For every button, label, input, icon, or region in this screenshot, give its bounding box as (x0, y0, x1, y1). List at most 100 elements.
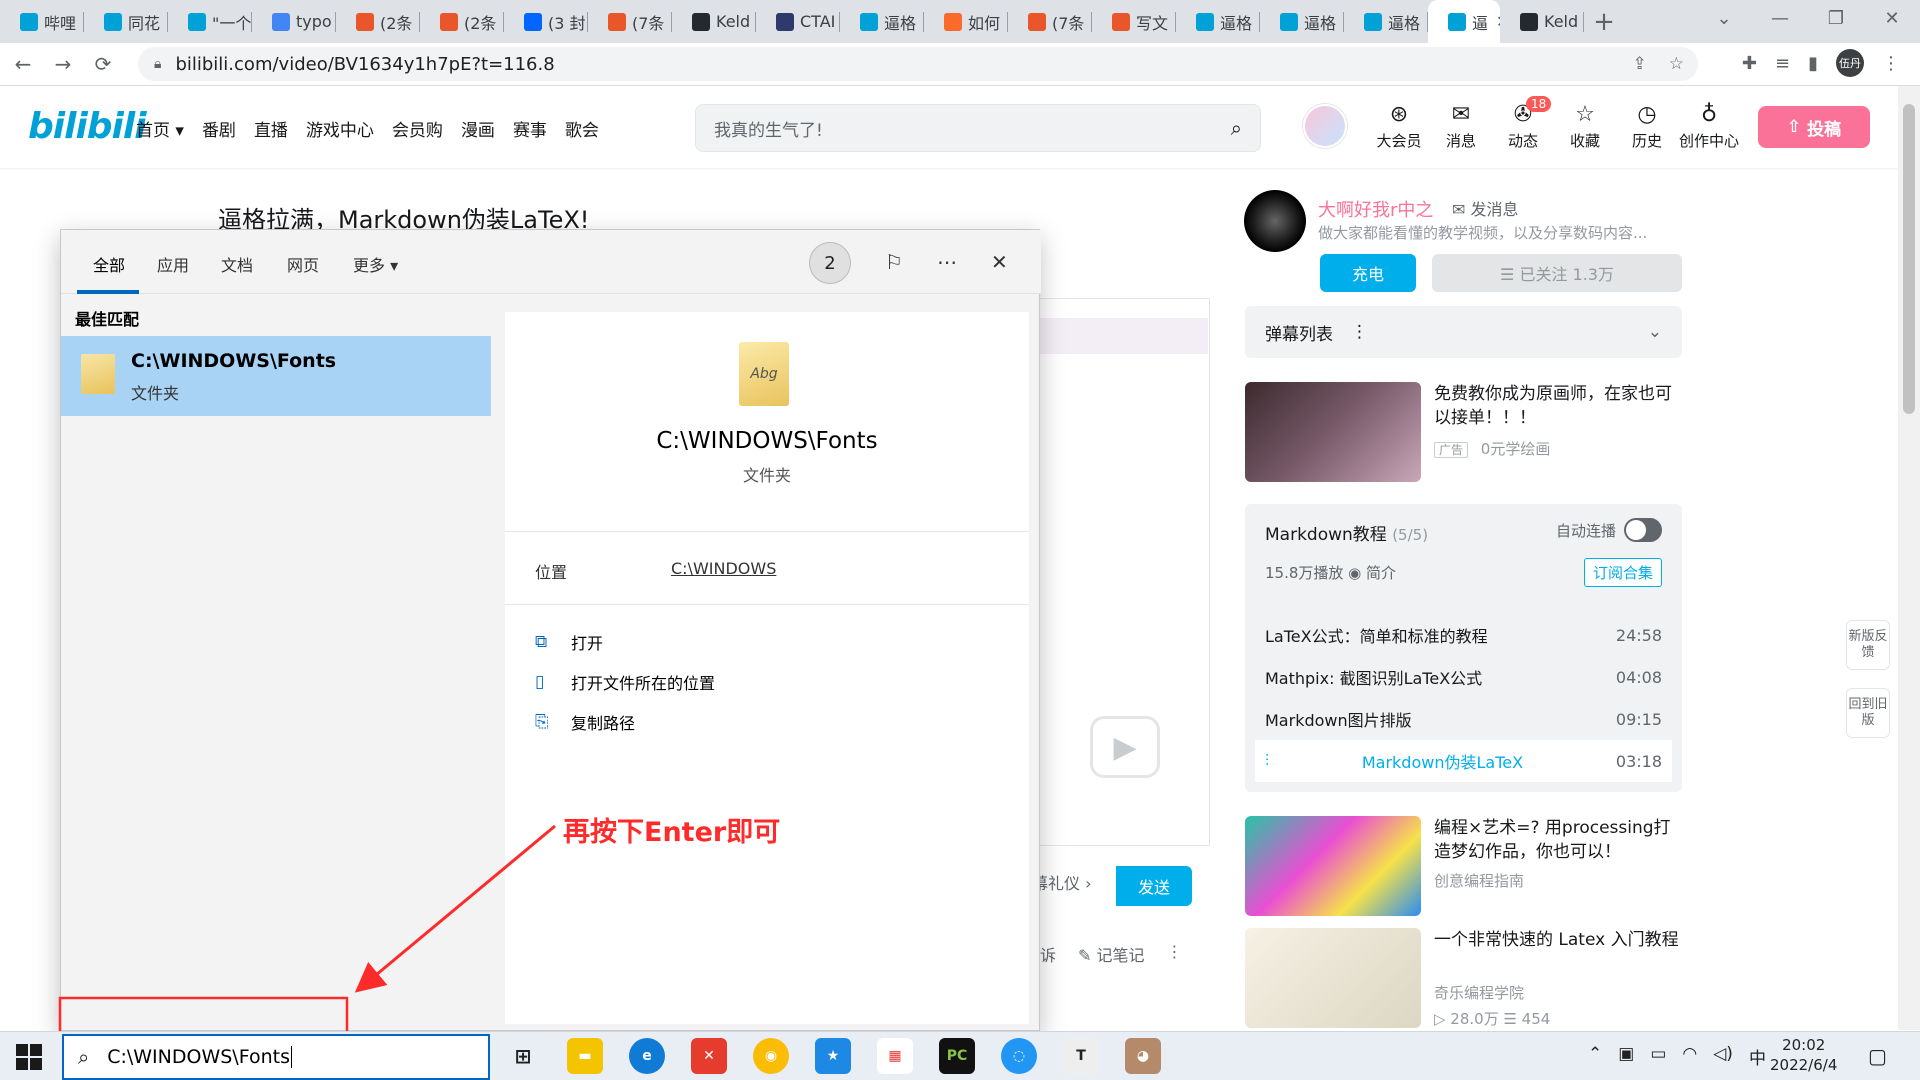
best-match-result[interactable]: C:\WINDOWS\Fonts 文件夹 (61, 336, 491, 416)
browser-tab[interactable]: (2条 (336, 0, 420, 43)
more-icon[interactable]: ⋮ (1167, 942, 1183, 966)
play-icon[interactable]: ▶ (1090, 716, 1160, 778)
ad-thumbnail[interactable] (1245, 382, 1421, 482)
tray-app-icon[interactable]: ▣ (1618, 1044, 1634, 1069)
send-danmaku-button[interactable]: 发送 (1116, 866, 1192, 906)
minimize-icon[interactable]: — (1752, 0, 1808, 36)
dingtalk-icon[interactable]: ★ (815, 1038, 851, 1074)
new-tab-icon[interactable]: + (1584, 0, 1624, 43)
uploader-name[interactable]: 创意编程指南 (1434, 868, 1524, 894)
recommended-video[interactable]: 一个非常快速的 Latex 入门教程 奇乐编程学院 ▷ 28.0万 ☰ 454 (1245, 928, 1682, 1028)
notes-button[interactable]: ✎ 记笔记 (1078, 942, 1145, 966)
tab-more[interactable]: 更多 ▾ (353, 252, 398, 276)
up-name[interactable]: 大啊好我r中之 (1318, 196, 1433, 222)
typora-icon[interactable]: T (1063, 1038, 1099, 1074)
search-icon[interactable]: ⌕ (1231, 116, 1242, 140)
nav-item[interactable]: 会员购 (392, 116, 443, 141)
action-item[interactable]: ⎘ 复制路径 (535, 702, 715, 742)
tab-all[interactable]: 全部 (93, 252, 125, 276)
tab-web[interactable]: 网页 (287, 252, 319, 276)
nav-item[interactable]: 直播 (254, 116, 288, 141)
windows-start-icon[interactable] (16, 1044, 42, 1070)
more-options-icon[interactable]: ⋯ (937, 250, 957, 274)
battery-icon[interactable]: ▭ (1650, 1044, 1666, 1069)
browser-tab[interactable]: 同花 (84, 0, 168, 43)
episode-item[interactable]: Markdown图片排版 09:15 (1245, 698, 1682, 740)
page-scrollbar[interactable] (1898, 86, 1920, 1030)
tab-search-icon[interactable]: ⌄ (1696, 0, 1752, 36)
header-item[interactable]: ☆ 收藏 (1554, 102, 1616, 151)
action-item[interactable]: ⧉ 打开 (535, 622, 715, 662)
tab-documents[interactable]: 文档 (221, 252, 253, 276)
browser-tab[interactable]: Keld (672, 0, 756, 43)
browser-tab[interactable]: typo (252, 0, 336, 43)
bookmark-star-icon[interactable]: ☆ (1669, 54, 1684, 74)
header-item[interactable]: ⊛ 大会员 (1368, 102, 1430, 151)
bilibili-search-input[interactable]: 我真的生气了! ⌕ (695, 104, 1261, 152)
pet-app-icon[interactable]: ◕ (1125, 1038, 1161, 1074)
pycharm-icon[interactable]: PC (939, 1038, 975, 1074)
notification-icon[interactable]: ▢ (1868, 1044, 1887, 1068)
browser-tab[interactable]: 逼格 (1176, 0, 1260, 43)
chevron-down-icon[interactable]: ⌄ (1648, 322, 1662, 342)
report-label[interactable]: 诉 (1040, 942, 1056, 966)
browser-tab[interactable]: 逼✕ (1428, 0, 1500, 43)
header-item[interactable]: ♁ 创作中心 (1678, 102, 1740, 151)
nav-item[interactable]: 赛事 (513, 116, 547, 141)
action-item[interactable]: ▯ 打开文件所在的位置 (535, 662, 715, 702)
episode-item[interactable]: Mathpix: 截图识别LaTeX公式 04:08 (1245, 656, 1682, 698)
danmaku-etiquette-link[interactable]: 幕礼仪 › (1032, 870, 1092, 894)
browser-tab[interactable]: (3 封 (504, 0, 588, 43)
danmaku-menu-icon[interactable]: ⋮ (1351, 322, 1368, 342)
taskbar-search-input[interactable]: ⌕ C:\WINDOWS\Fonts (62, 1034, 490, 1080)
tab-apps[interactable]: 应用 (157, 252, 189, 276)
clock[interactable]: 20:02 2022/6/4 (1770, 1035, 1837, 1075)
office-icon[interactable]: ▦ (877, 1038, 913, 1074)
browser-tab[interactable]: 逼格 (840, 0, 924, 43)
header-item[interactable]: ✉ 消息 (1430, 102, 1492, 151)
nav-item[interactable]: 漫画 (461, 116, 495, 141)
up-avatar[interactable] (1244, 190, 1306, 252)
xmind-icon[interactable]: ✕ (691, 1038, 727, 1074)
nav-item[interactable]: 番剧 (202, 116, 236, 141)
location-link[interactable]: C:\WINDOWS (671, 559, 776, 578)
browser-tab[interactable]: 哔哩 (0, 0, 84, 43)
video-title-link[interactable]: 编程×艺术=? 用processing打造梦幻作品，你也可以！ (1434, 816, 1682, 864)
side-panel-icon[interactable]: ▮ (1808, 53, 1818, 74)
recommended-video[interactable]: 编程×艺术=? 用processing打造梦幻作品，你也可以！ 创意编程指南 (1245, 816, 1682, 916)
share-icon[interactable]: ⇪ (1633, 54, 1647, 74)
rewards-badge[interactable]: 2 (809, 242, 851, 284)
upload-button[interactable]: ⇧ 投稿 (1758, 106, 1870, 148)
edge-icon[interactable]: e (629, 1038, 665, 1074)
episode-item[interactable]: LaTeX公式：简单和标准的教程 24:58 (1245, 614, 1682, 656)
ime-indicator[interactable]: 中 (1749, 1044, 1766, 1069)
task-view-icon[interactable]: ⊞ (505, 1038, 541, 1074)
chrome-menu-icon[interactable]: ⋮ (1882, 53, 1900, 74)
nav-item[interactable]: 歌会 (565, 116, 599, 141)
autoplay-switch[interactable] (1624, 518, 1662, 542)
feedback-icon[interactable]: ⚐ (885, 250, 903, 274)
video-title-link[interactable]: 一个非常快速的 Latex 入门教程 (1434, 928, 1682, 952)
scrollbar-thumb[interactable] (1903, 104, 1915, 414)
chat-app-icon[interactable]: ◌ (1001, 1038, 1037, 1074)
follow-button[interactable]: ☰ 已关注 1.3万 (1432, 254, 1682, 292)
reload-icon[interactable]: ⟳ (86, 47, 120, 81)
autoplay-toggle[interactable]: 自动连播 (1556, 518, 1662, 542)
browser-tab[interactable]: 如何 (924, 0, 1008, 43)
restore-icon[interactable]: ❐ (1808, 0, 1864, 36)
address-bar[interactable]: 🔒︎ bilibili.com/video/BV1634y1h7pE?t=116… (138, 47, 1698, 81)
forward-icon[interactable]: → (46, 47, 80, 81)
profile-avatar[interactable]: 伍丹 (1836, 49, 1864, 77)
browser-tab[interactable]: (7条 (1008, 0, 1092, 43)
back-icon[interactable]: ← (6, 47, 40, 81)
browser-tab[interactable]: CTAI (756, 0, 840, 43)
browser-tab[interactable]: 逼格 (1344, 0, 1428, 43)
nav-item[interactable]: 游戏中心 (306, 116, 374, 141)
media-queue-icon[interactable]: ≡ (1775, 53, 1790, 74)
extensions-icon[interactable]: ✚ (1742, 53, 1757, 74)
ad-title[interactable]: 免费教你成为原画师，在家也可以接单！！！ (1434, 382, 1682, 430)
uploader-name[interactable]: 奇乐编程学院 (1434, 980, 1550, 1006)
volume-icon[interactable]: ◁) (1713, 1044, 1733, 1069)
browser-tab[interactable]: (7条 (588, 0, 672, 43)
back-to-old-button[interactable]: 回到旧版 (1846, 688, 1890, 738)
